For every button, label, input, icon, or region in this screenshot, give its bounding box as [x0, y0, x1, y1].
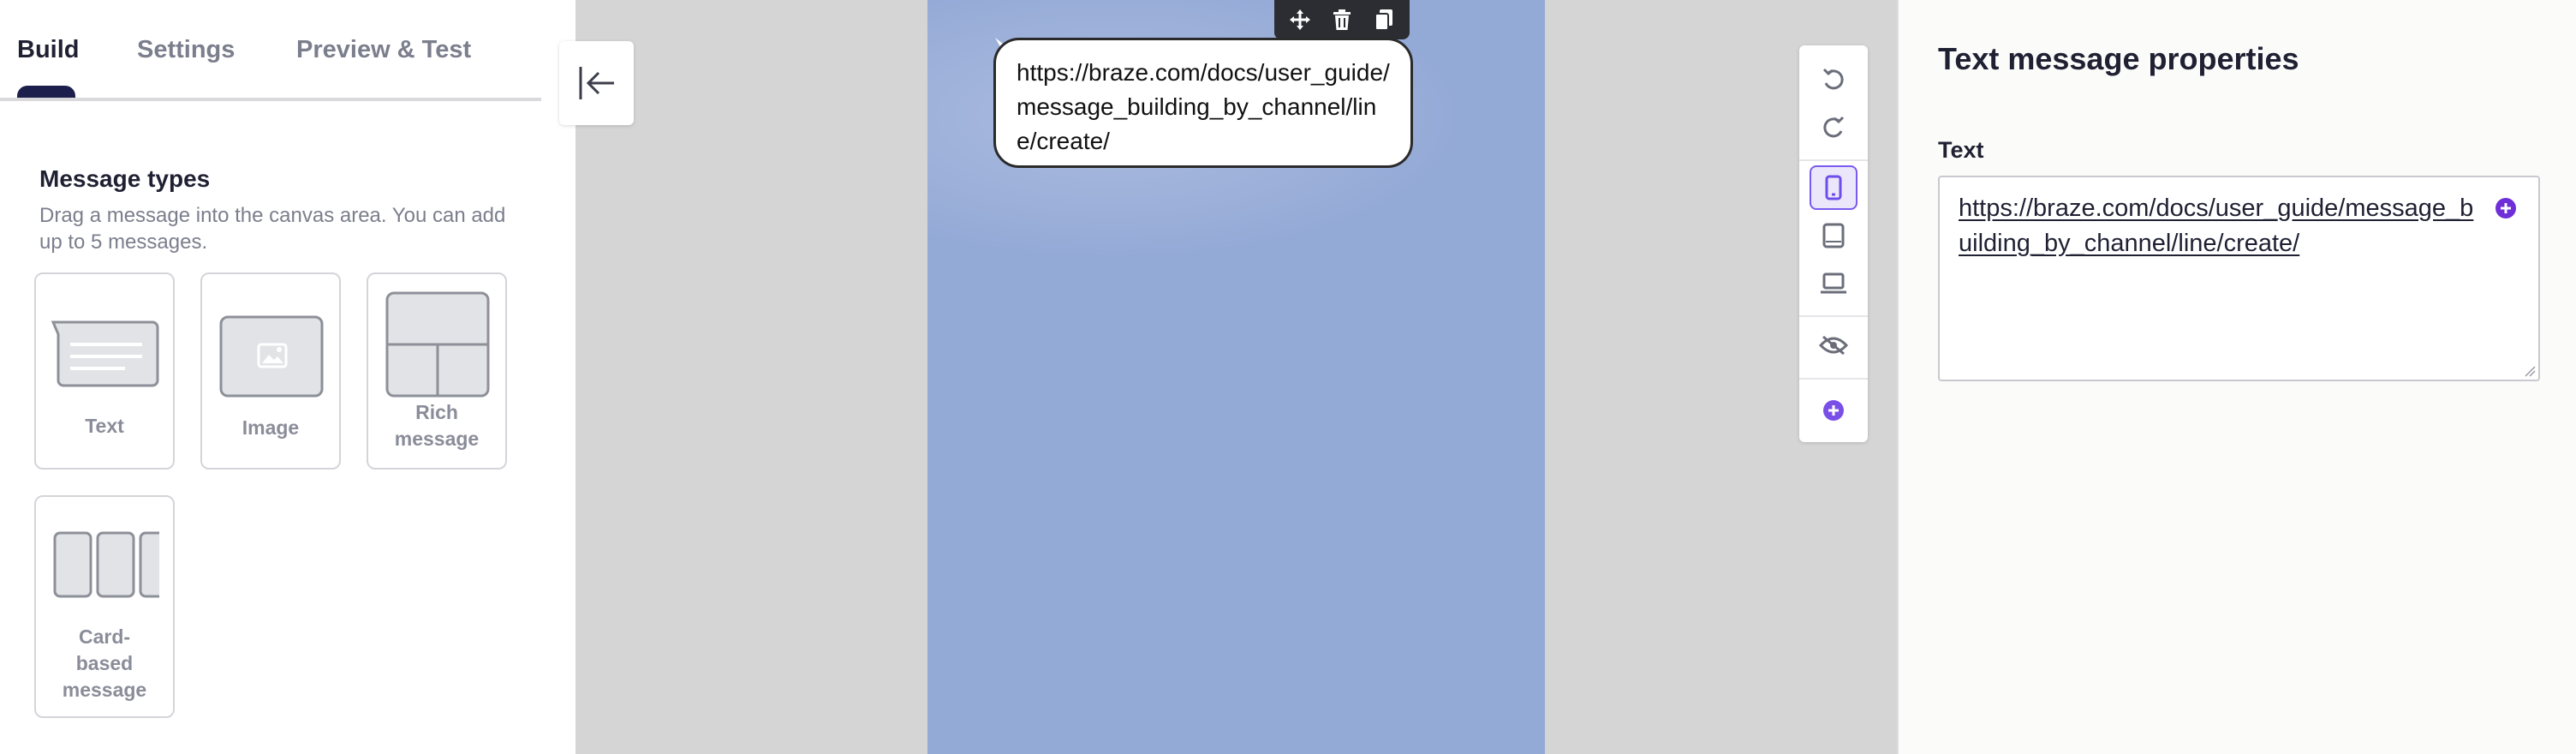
copy-icon[interactable] [1372, 8, 1396, 32]
properties-panel: Text message properties Text https://bra… [1897, 0, 2576, 754]
tab-build[interactable]: Build [17, 36, 80, 64]
move-icon[interactable] [1288, 8, 1312, 32]
message-type-card-rich[interactable]: Rich message [367, 272, 507, 470]
desktop-view-button[interactable] [1810, 261, 1857, 306]
card-label-card-based: Card-based message [62, 625, 147, 701]
undo-button[interactable] [1810, 57, 1857, 101]
hide-icon [1819, 335, 1848, 356]
message-types-description: Drag a message into the canvas area. You… [39, 204, 506, 254]
builder-left-panel: Build Settings Preview & Test Message ty… [0, 0, 575, 754]
message-type-card-image[interactable]: Image [200, 272, 341, 470]
redo-button[interactable] [1810, 105, 1857, 149]
message-toolbar [1274, 0, 1410, 39]
text-field[interactable]: https://braze.com/docs/user_guide/messag… [1938, 176, 2540, 381]
card-based-message-icon [53, 531, 159, 598]
mobile-view-button[interactable] [1810, 165, 1857, 210]
mobile-view-icon [1825, 175, 1842, 200]
text-field-label: Text [1938, 137, 1984, 163]
redo-icon [1823, 116, 1845, 138]
card-label-text: Text [85, 415, 124, 437]
tab-settings[interactable]: Settings [137, 36, 235, 64]
message-types-title: Message types [39, 165, 211, 192]
text-message-bubble[interactable]: https://braze.com/docs/user_guide/messag… [993, 38, 1413, 168]
tab-bar: Build Settings Preview & Test [0, 0, 541, 101]
card-label-rich: Rich message [394, 401, 480, 450]
message-type-card-card-based[interactable]: Card-based message [34, 495, 175, 718]
text-field-value[interactable]: https://braze.com/docs/user_guide/messag… [1959, 191, 2481, 261]
image-message-icon [219, 315, 324, 398]
message-type-card-text[interactable]: Text [34, 272, 175, 470]
add-message-button[interactable] [1810, 388, 1857, 433]
collapse-left-icon [579, 67, 614, 99]
properties-title: Text message properties [1938, 41, 2299, 76]
card-label-image: Image [242, 416, 300, 439]
undo-icon [1822, 68, 1844, 90]
active-tab-indicator [17, 86, 75, 98]
add-icon [1823, 400, 1844, 421]
tablet-view-icon [1822, 223, 1845, 248]
desktop-view-icon [1821, 272, 1846, 294]
trash-icon[interactable] [1330, 8, 1354, 32]
rich-message-icon [385, 291, 490, 398]
collapse-panel-button[interactable] [559, 41, 634, 125]
add-personalization-icon[interactable] [2495, 197, 2517, 219]
tablet-view-button[interactable] [1810, 213, 1857, 258]
resize-handle-icon[interactable] [2524, 365, 2536, 377]
text-message-icon [51, 320, 159, 387]
hide-preview-button[interactable] [1810, 323, 1857, 368]
view-toolbar [1799, 45, 1868, 442]
tab-preview-test[interactable]: Preview & Test [296, 36, 471, 64]
